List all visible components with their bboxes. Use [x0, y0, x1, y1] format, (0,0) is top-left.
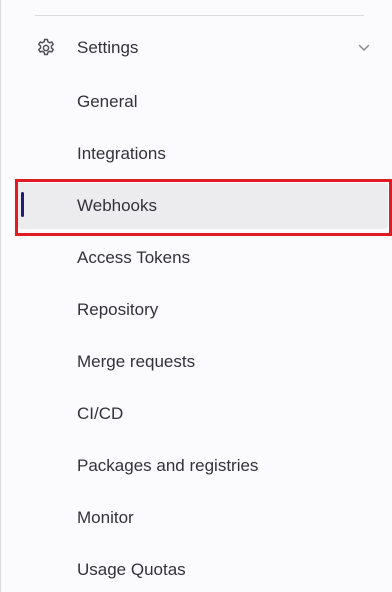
nav-item-label: Packages and registries: [77, 456, 259, 475]
nav-item-label: Integrations: [77, 144, 166, 163]
nav-item-label: Webhooks: [77, 196, 158, 215]
active-item-background: [17, 183, 388, 229]
nav-item-label: CI/CD: [77, 404, 124, 423]
sidebar: Settings General Integrations Webhooks A…: [0, 0, 392, 592]
divider: [35, 15, 364, 16]
nav-item-usage-quotas[interactable]: Usage Quotas: [1, 544, 392, 592]
nav-item-webhooks[interactable]: Webhooks: [1, 179, 392, 236]
nav-item-label: Access Tokens: [77, 248, 191, 267]
settings-nav-list: General Integrations Webhooks Access Tok…: [1, 76, 392, 592]
settings-section-toggle[interactable]: Settings: [1, 26, 392, 70]
section-title: Settings: [77, 38, 139, 57]
nav-item-label: Monitor: [77, 508, 134, 527]
nav-item-repository[interactable]: Repository: [1, 284, 392, 336]
nav-item-monitor[interactable]: Monitor: [1, 492, 392, 544]
nav-item-general[interactable]: General: [1, 76, 392, 128]
nav-item-ci-cd[interactable]: CI/CD: [1, 388, 392, 440]
nav-item-label: General: [77, 92, 138, 111]
nav-item-label: Repository: [77, 300, 159, 319]
nav-item-label: Usage Quotas: [77, 560, 186, 579]
active-indicator: [21, 192, 24, 217]
chevron-down-icon: [357, 41, 371, 55]
gear-icon: [35, 37, 57, 59]
nav-item-access-tokens[interactable]: Access Tokens: [1, 232, 392, 284]
nav-item-integrations[interactable]: Integrations: [1, 128, 392, 180]
nav-item-label: Merge requests: [77, 352, 196, 371]
nav-item-merge-requests[interactable]: Merge requests: [1, 336, 392, 388]
nav-item-packages-and-registries[interactable]: Packages and registries: [1, 440, 392, 492]
